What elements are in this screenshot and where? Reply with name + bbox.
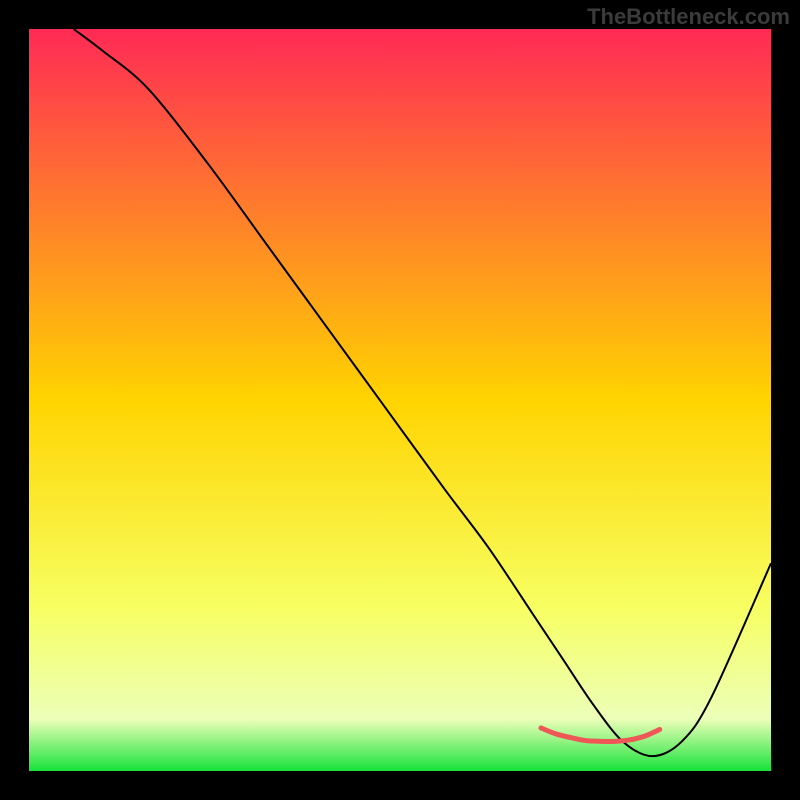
chart-container: TheBottleneck.com — [0, 0, 800, 800]
watermark-text: TheBottleneck.com — [587, 4, 790, 30]
plot-background — [29, 29, 771, 771]
bottleneck-chart — [0, 0, 800, 800]
